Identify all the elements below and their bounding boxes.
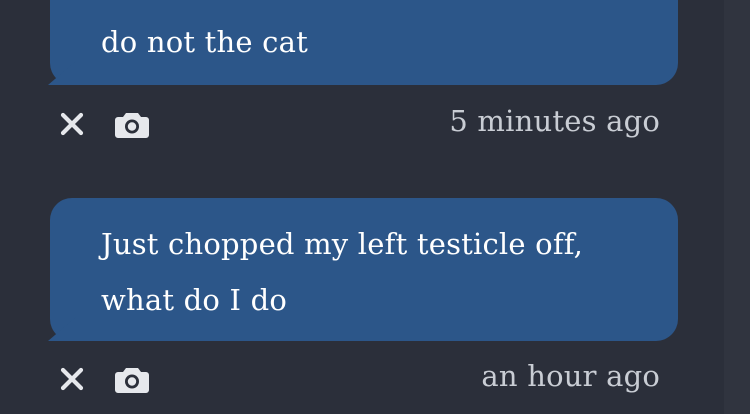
camera-icon[interactable] xyxy=(115,107,149,141)
chat-screen: do not the cat 5 minutes ago Just choppe… xyxy=(0,0,750,414)
message-text-line: what do I do xyxy=(101,283,288,317)
camera-icon[interactable] xyxy=(115,362,149,396)
message-text: do not the cat xyxy=(101,25,308,59)
message-timestamp: an hour ago xyxy=(481,359,660,393)
close-icon[interactable] xyxy=(55,107,89,141)
camera-icon xyxy=(115,368,149,393)
message-timestamp: 5 minutes ago xyxy=(449,104,660,138)
message-actions: an hour ago xyxy=(55,359,660,402)
message-item: do not the cat 5 minutes ago xyxy=(0,0,722,150)
message-bubble[interactable]: Just chopped my left testicle off, what … xyxy=(50,198,678,341)
message-item: Just chopped my left testicle off, what … xyxy=(0,198,722,414)
close-icon[interactable] xyxy=(55,362,89,396)
message-bubble[interactable]: do not the cat xyxy=(50,0,678,85)
camera-icon xyxy=(115,113,149,138)
message-actions: 5 minutes ago xyxy=(55,104,660,147)
close-icon xyxy=(60,367,84,391)
scrollbar-track[interactable] xyxy=(724,0,750,414)
message-text: Just chopped my left testicle off, what … xyxy=(101,198,678,328)
close-icon xyxy=(60,112,84,136)
message-text-line: Just chopped my left testicle off, xyxy=(101,227,584,261)
